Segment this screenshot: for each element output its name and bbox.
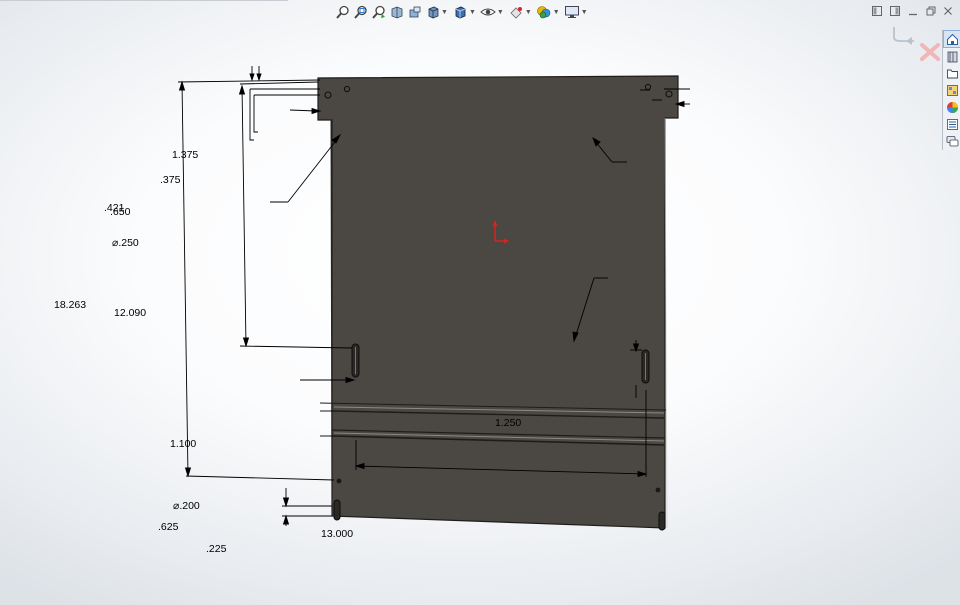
sheet-metal-plate[interactable] [317,75,679,529]
dimension-1250[interactable]: 1.250 [495,418,521,429]
dimension-13000[interactable]: 13.000 [321,529,353,540]
slot-right[interactable] [641,349,650,384]
dimension-650[interactable]: .650 [110,207,130,218]
dimension-12090[interactable]: 12.090 [114,308,146,319]
dimension-1375[interactable]: 1.375 [172,150,198,161]
dimension-diameter-200[interactable]: ⌀.200 [173,501,200,512]
dimension-18263[interactable]: 18.263 [54,300,86,311]
dimension-375[interactable]: .375 [160,175,180,186]
slot-bottom-right[interactable] [658,511,666,531]
slot-left[interactable] [351,343,360,378]
dimension-1100[interactable]: 1.100 [170,439,196,450]
dimension-625[interactable]: .625 [158,522,178,533]
slot-bottom-left[interactable] [333,499,341,521]
mounting-hole-bottom-left[interactable] [336,478,342,484]
graphics-area[interactable] [0,0,960,605]
dimension-225[interactable]: .225 [206,544,226,555]
mounting-hole-bottom-right[interactable] [655,487,661,493]
dimension-diameter-250[interactable]: ⌀.250 [112,238,139,249]
